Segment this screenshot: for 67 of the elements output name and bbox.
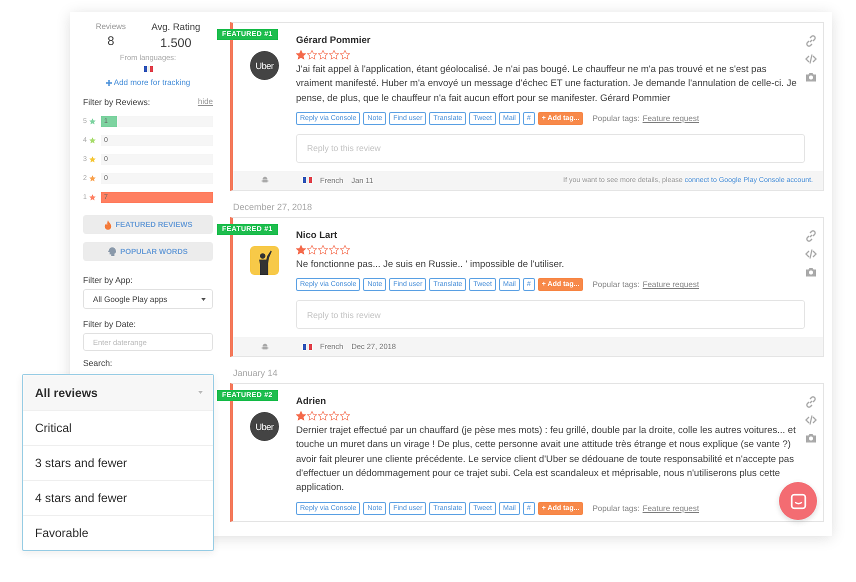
star-icon xyxy=(329,244,339,255)
star-icon xyxy=(329,50,339,60)
reply-field[interactable]: Reply to this review xyxy=(296,134,805,163)
hide-link[interactable]: hide xyxy=(198,97,213,107)
star-icon xyxy=(296,244,306,255)
star-icon xyxy=(296,50,306,60)
review-text: J'ai fait appel à l'application, étant géolocalisé. Je n'ai pas bougé. Le chauffeur ne m'a pas trouvé et ne s'est pas vraiment manifesté. Huber m'a envoyé un message d'échec ET une facturation. Je demande l'annulation de celle-ci. Je pense, de plus, que le chauffeur n'a fait aucun effort pour se manifester. Gérard Pommier xyxy=(296,63,798,106)
author-name: Adrien xyxy=(296,396,328,408)
author-name: Nico Lart xyxy=(296,230,338,241)
app-logo: Uber xyxy=(250,412,279,442)
search-label: Search: xyxy=(83,358,114,368)
star-icon xyxy=(340,50,350,60)
flag-icon xyxy=(303,177,312,184)
fire-icon xyxy=(104,220,112,230)
tag-link[interactable]: Feature request xyxy=(642,504,700,513)
rating-label: Avg. Rating xyxy=(151,22,200,33)
star-icon xyxy=(340,244,350,255)
star-icon xyxy=(307,50,317,60)
star-icon xyxy=(307,411,317,422)
head-icon xyxy=(108,246,116,256)
star-icon xyxy=(318,244,328,255)
date-header: January 14 xyxy=(232,367,279,380)
flag-icon xyxy=(303,344,312,350)
review-text: Ne fonctionne pas... Je suis en Russie.. ' impossible de l'utiliser. xyxy=(296,258,566,272)
popular-tags-label: Popular tags: xyxy=(592,504,640,513)
code-icon[interactable] xyxy=(805,53,817,65)
popular-tags-label: Popular tags: xyxy=(592,280,640,290)
author-name: Gérard Pommier xyxy=(296,35,372,46)
app-select[interactable]: All Google Play apps xyxy=(83,289,213,309)
tag-link[interactable]: Feature request xyxy=(642,280,700,290)
app-logo: Uber xyxy=(250,51,279,80)
review-text: Dernier trajet effectué par un chauffard (je pèse mes mots) : feu grillé, double par la droite, colle les autres voitures... et touche un muret dans un virage ! De plus, cette personne avait une attitude très étrange et nous explique (se vante ?) avoir fait pleurer une cliente précédente. Le service client d'Uber se dédouane de toute responsabilité et n'accepte pas d'effectuer un dédommagement pour ce trajet subi. Cela est scandaleux et méprisable, nous n'utiliserons plus cette application. xyxy=(296,424,797,496)
caret-icon xyxy=(201,298,206,300)
reviews-label: Reviews xyxy=(96,22,126,31)
star-icon xyxy=(329,411,339,422)
link-icon[interactable] xyxy=(805,396,817,408)
code-icon[interactable] xyxy=(805,414,817,426)
popular-tags-label: Popular tags: xyxy=(592,114,640,123)
star-icon xyxy=(340,411,350,422)
filter-date-label: Filter by Date: xyxy=(83,319,137,329)
plus-icon xyxy=(106,80,112,86)
filter-label: Filter by Reviews: xyxy=(83,97,150,107)
flag-icon xyxy=(144,66,152,72)
star-icon xyxy=(318,411,328,422)
star-icon xyxy=(296,411,306,422)
rating-value: 1.500 xyxy=(160,36,192,50)
code-icon[interactable] xyxy=(805,248,817,260)
dropdown-selected[interactable]: All reviews xyxy=(23,375,213,410)
camera-icon[interactable] xyxy=(805,432,817,444)
camera-icon[interactable] xyxy=(805,266,817,278)
date-header: December 27, 2018 xyxy=(232,200,314,214)
filter-app-label: Filter by App: xyxy=(83,275,134,285)
caret-icon xyxy=(198,391,203,394)
star-icon xyxy=(307,244,317,255)
dropdown-option[interactable]: Critical xyxy=(23,410,213,445)
add-tracking-link[interactable]: Add more for tracking xyxy=(106,78,190,87)
reviews-count: 8 xyxy=(107,34,114,48)
star-icon xyxy=(318,50,328,60)
reply-field[interactable]: Reply to this review xyxy=(296,300,805,330)
link-icon[interactable] xyxy=(805,230,817,242)
tag-link[interactable]: Feature request xyxy=(642,114,700,123)
chat-icon xyxy=(790,492,806,510)
dropdown-option[interactable]: 4 stars and fewer xyxy=(23,480,213,515)
dropdown-option[interactable]: Favorable xyxy=(23,515,213,550)
dropdown-option[interactable]: 3 stars and fewer xyxy=(23,445,213,480)
camera-icon[interactable] xyxy=(805,71,817,83)
link-icon[interactable] xyxy=(805,35,817,47)
